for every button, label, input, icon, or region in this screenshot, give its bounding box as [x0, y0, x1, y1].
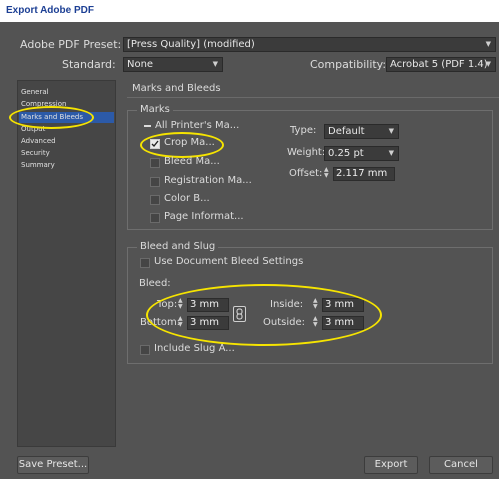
use-document-bleed-label: Use Document Bleed Settings — [154, 256, 304, 267]
chevron-down-icon: ▼ — [388, 149, 394, 157]
sidebar-item-advanced[interactable]: Advanced — [21, 137, 56, 145]
marks-group-label: Marks — [137, 104, 173, 115]
include-slug-checkbox[interactable] — [140, 345, 150, 355]
sidebar-item-general[interactable]: General — [21, 88, 49, 96]
color-bars-checkbox[interactable] — [150, 195, 160, 205]
crop-highlight-circle — [140, 132, 224, 158]
type-value: Default — [328, 126, 365, 137]
offset-stepper[interactable]: ▲ ▼ 2.117 mm — [324, 167, 395, 181]
preset-value: [Press Quality] (modified) — [127, 39, 255, 50]
type-dropdown[interactable]: Default ▼ — [324, 124, 399, 139]
save-preset-button[interactable]: Save Preset... — [17, 456, 89, 474]
compatibility-value: Acrobat 5 (PDF 1.4) — [390, 59, 488, 70]
sidebar-item-security[interactable]: Security — [21, 149, 50, 157]
page-info-label: Page Informat... — [164, 211, 244, 222]
all-printers-label: All Printer's Ma... — [155, 120, 240, 131]
compatibility-label: Compatibility: — [310, 58, 387, 71]
sidebar: General Compression Marks and Bleeds Out… — [17, 80, 116, 447]
standard-dropdown[interactable]: None ▼ — [123, 57, 223, 72]
chevron-down-icon: ▼ — [485, 40, 491, 48]
chevron-down-icon: ▼ — [485, 60, 491, 68]
all-printers-indeterminate[interactable] — [144, 125, 151, 127]
type-label: Type: — [290, 125, 317, 136]
color-bars-label: Color B... — [164, 193, 210, 204]
page-info-checkbox[interactable] — [150, 213, 160, 223]
weight-label: Weight: — [287, 147, 326, 158]
offset-label: Offset: — [289, 168, 323, 179]
window-title: Export Adobe PDF — [6, 5, 94, 16]
standard-value: None — [127, 59, 154, 70]
sidebar-item-summary[interactable]: Summary — [21, 161, 55, 169]
bleed-marks-checkbox[interactable] — [150, 158, 160, 168]
standard-label: Standard: — [62, 58, 116, 71]
use-document-bleed-checkbox[interactable] — [140, 258, 150, 268]
preset-dropdown[interactable]: [Press Quality] (modified) ▼ — [123, 37, 496, 52]
registration-marks-checkbox[interactable] — [150, 177, 160, 187]
offset-field[interactable]: 2.117 mm — [333, 167, 395, 181]
cancel-button[interactable]: Cancel — [429, 456, 493, 474]
panel-title: Marks and Bleeds — [127, 80, 499, 98]
include-slug-label: Include Slug A... — [154, 343, 235, 354]
compatibility-dropdown[interactable]: Acrobat 5 (PDF 1.4) ▼ — [386, 57, 496, 72]
chevron-down-icon: ▼ — [388, 127, 394, 135]
preset-label: Adobe PDF Preset: — [20, 38, 122, 51]
registration-marks-label: Registration Ma... — [164, 175, 252, 186]
title-bar: Export Adobe PDF — [0, 0, 499, 22]
weight-dropdown[interactable]: 0.25 pt ▼ — [324, 146, 399, 161]
bleed-highlight-circle — [146, 284, 382, 346]
chevron-down-icon: ▼ — [212, 60, 218, 68]
weight-value: 0.25 pt — [328, 148, 364, 159]
sidebar-highlight-circle — [9, 106, 94, 129]
bleed-label: Bleed: — [139, 278, 171, 289]
stepper-arrows-icon[interactable]: ▲ ▼ — [324, 167, 329, 179]
bleed-marks-label: Bleed Ma... — [164, 156, 220, 167]
bleed-slug-group-label: Bleed and Slug — [137, 241, 219, 252]
export-button[interactable]: Export — [364, 456, 418, 474]
